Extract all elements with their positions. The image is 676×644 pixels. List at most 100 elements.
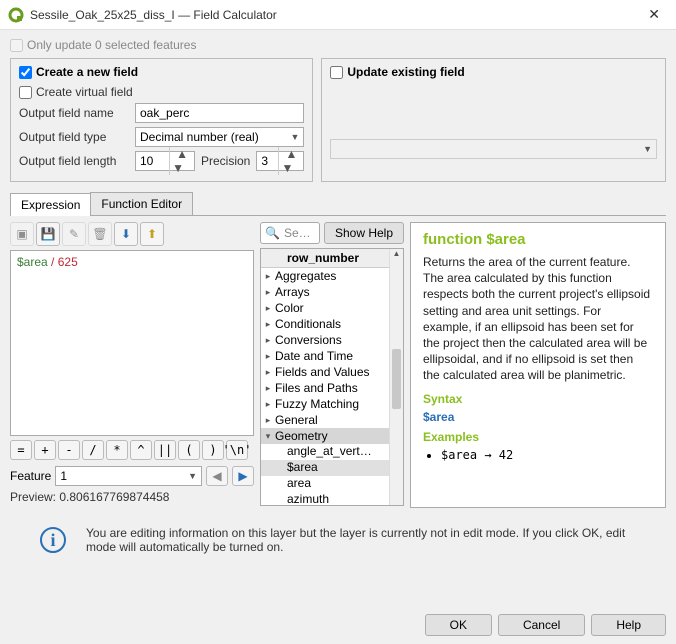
precision-label: Precision — [201, 154, 250, 168]
help-body: Returns the area of the current feature.… — [423, 254, 653, 384]
clear-button[interactable]: ▣ — [10, 222, 34, 246]
operator-button[interactable]: / — [82, 440, 104, 460]
create-virtual-checkbox[interactable] — [19, 86, 32, 99]
tree-group-label: Aggregates — [273, 269, 336, 283]
operator-button[interactable]: '\n' — [226, 440, 248, 460]
operator-button[interactable]: * — [106, 440, 128, 460]
tree-group-label: Color — [273, 301, 304, 315]
output-type-label: Output field type — [19, 130, 129, 144]
preview-value: 0.806167769874458 — [59, 490, 169, 504]
chevron-right-icon: ▸ — [263, 367, 273, 378]
tree-function[interactable]: area — [261, 476, 403, 492]
help-title: function $area — [423, 231, 653, 248]
examples-heading: Examples — [423, 430, 653, 444]
preview-label: Preview: — [10, 490, 59, 504]
chevron-down-icon: ▼ — [643, 144, 652, 154]
tree-function[interactable]: $area — [261, 460, 403, 476]
tree-group-label: Conditionals — [273, 317, 341, 331]
create-field-checkbox[interactable] — [19, 66, 32, 79]
tree-group-label: Geometry — [273, 429, 328, 443]
operator-button[interactable]: || — [154, 440, 176, 460]
update-field-combo[interactable]: ▼ — [330, 139, 657, 159]
tab-function-editor[interactable]: Function Editor — [90, 192, 193, 215]
precision-spinner[interactable]: 3 ▲▼ — [256, 151, 304, 171]
prev-feature-button[interactable]: ◀ — [206, 466, 228, 486]
show-help-button[interactable]: Show Help — [324, 222, 404, 244]
chevron-right-icon: ▸ — [263, 399, 273, 410]
tree-scrollbar[interactable]: ▲ — [389, 249, 403, 505]
tree-group[interactable]: ▸Fuzzy Matching — [261, 396, 403, 412]
chevron-right-icon: ▸ — [263, 319, 273, 330]
tree-group-label: Files and Paths — [273, 381, 358, 395]
only-update-label: Only update 0 selected features — [27, 38, 196, 52]
operator-button[interactable]: ^ — [130, 440, 152, 460]
ok-button[interactable]: OK — [425, 614, 492, 636]
tree-group-label: Fuzzy Matching — [273, 397, 359, 411]
chevron-right-icon: ▸ — [263, 415, 273, 426]
tree-group-label: Conversions — [273, 333, 342, 347]
create-virtual-label: Create virtual field — [36, 85, 133, 99]
close-icon[interactable]: ✕ — [640, 6, 668, 23]
info-text: You are editing information on this laye… — [86, 526, 636, 554]
operator-button[interactable]: = — [10, 440, 32, 460]
update-field-group: Update existing field ▼ — [321, 58, 666, 182]
tree-group[interactable]: ▾Geometry — [261, 428, 403, 444]
update-field-checkbox[interactable] — [330, 66, 343, 79]
only-update-checkbox — [10, 39, 23, 52]
tree-group[interactable]: ▸Fields and Values — [261, 364, 403, 380]
operator-button[interactable]: - — [58, 440, 80, 460]
search-input[interactable]: 🔍 Se… — [260, 222, 320, 244]
output-type-combo[interactable]: Decimal number (real) ▼ — [135, 127, 304, 147]
help-button[interactable]: Help — [591, 614, 666, 636]
chevron-down-icon: ▼ — [188, 471, 197, 481]
window-title: Sessile_Oak_25x25_diss_I — Field Calcula… — [30, 8, 640, 22]
feature-combo[interactable]: 1 ▼ — [55, 466, 202, 486]
syntax-heading: Syntax — [423, 392, 653, 406]
chevron-right-icon: ▸ — [263, 383, 273, 394]
chevron-right-icon: ▸ — [263, 271, 273, 282]
export-button[interactable]: ⬆ — [140, 222, 164, 246]
tree-function[interactable]: azimuth — [261, 492, 403, 506]
delete-button[interactable]: 🗑 — [88, 222, 112, 246]
edit-button[interactable]: ✎ — [62, 222, 86, 246]
tree-group-label: Date and Time — [273, 349, 353, 363]
tree-group[interactable]: ▸Color — [261, 300, 403, 316]
chevron-right-icon: ▸ — [263, 351, 273, 362]
operator-button[interactable]: + — [34, 440, 56, 460]
tree-group-label: Arrays — [273, 285, 310, 299]
expression-editor[interactable]: $area / 625 — [10, 250, 254, 436]
tree-group[interactable]: ▸Aggregates — [261, 268, 403, 284]
next-feature-button[interactable]: ▶ — [232, 466, 254, 486]
output-length-label: Output field length — [19, 154, 129, 168]
operator-button[interactable]: ) — [202, 440, 224, 460]
chevron-down-icon: ▼ — [290, 132, 299, 142]
create-field-group: Create a new field Create virtual field … — [10, 58, 313, 182]
example-item: $area → 42 — [441, 448, 513, 462]
cancel-button[interactable]: Cancel — [498, 614, 585, 636]
chevron-right-icon: ▸ — [263, 303, 273, 314]
help-panel: function $area Returns the area of the c… — [410, 222, 666, 508]
output-length-spinner[interactable]: 10 ▲▼ — [135, 151, 195, 171]
syntax-text: $area — [423, 410, 653, 424]
chevron-down-icon: ▾ — [263, 431, 273, 442]
operator-button[interactable]: ( — [178, 440, 200, 460]
create-field-label: Create a new field — [36, 65, 138, 79]
tree-group[interactable]: ▸General — [261, 412, 403, 428]
tree-function[interactable]: angle_at_vert… — [261, 444, 403, 460]
tree-group-label: General — [273, 413, 318, 427]
update-field-label: Update existing field — [347, 65, 464, 79]
tab-expression[interactable]: Expression — [10, 193, 91, 216]
qgis-icon — [8, 7, 24, 23]
function-tree[interactable]: row_number ▸Aggregates▸Arrays▸Color▸Cond… — [260, 248, 404, 506]
tree-header: row_number — [261, 249, 403, 268]
tree-group[interactable]: ▸Files and Paths — [261, 380, 403, 396]
output-name-input[interactable] — [135, 103, 304, 123]
save-button[interactable]: 💾 — [36, 222, 60, 246]
tree-group[interactable]: ▸Conversions — [261, 332, 403, 348]
tree-group[interactable]: ▸Date and Time — [261, 348, 403, 364]
load-button[interactable]: ⬇ — [114, 222, 138, 246]
tree-group-label: Fields and Values — [273, 365, 370, 379]
chevron-right-icon: ▸ — [263, 287, 273, 298]
tree-group[interactable]: ▸Arrays — [261, 284, 403, 300]
tree-group[interactable]: ▸Conditionals — [261, 316, 403, 332]
